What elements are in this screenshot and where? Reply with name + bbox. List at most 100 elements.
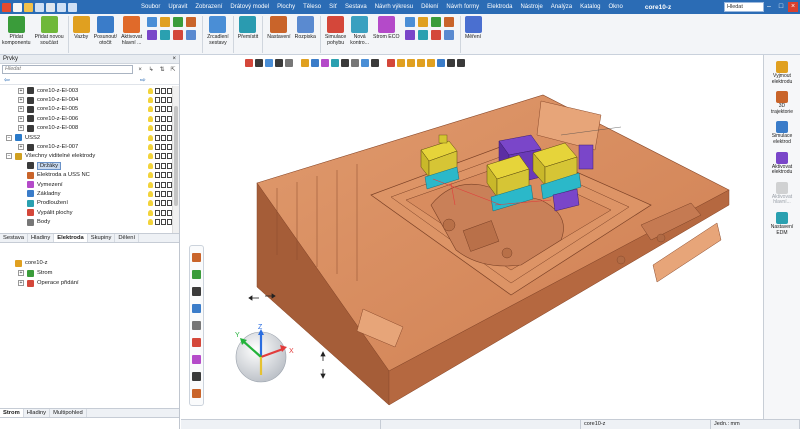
visibility-bulb-icon[interactable]	[148, 162, 153, 169]
settings-button[interactable]: Nastavení	[267, 14, 291, 54]
menu-item[interactable]: Drátový model	[226, 4, 273, 10]
visibility-bulb-icon[interactable]	[148, 200, 153, 207]
redo-icon[interactable]	[68, 2, 77, 12]
help-icon[interactable]: ?	[752, 2, 762, 12]
menu-item[interactable]: Síť	[325, 4, 341, 10]
view-tool-icon[interactable]	[245, 59, 253, 67]
expand-toggle-icon[interactable]: +	[18, 97, 24, 104]
tool-icon[interactable]	[443, 30, 454, 40]
view-tool-icon[interactable]	[427, 59, 435, 67]
visibility-bulb-icon[interactable]	[148, 144, 153, 151]
tool-icon[interactable]	[404, 30, 415, 40]
activate-main-button[interactable]: Aktivovat hlavní ...	[121, 14, 142, 54]
expand-toggle-icon[interactable]: +	[18, 106, 24, 113]
tool-icon[interactable]	[417, 30, 428, 40]
view-tool-icon[interactable]	[447, 59, 455, 67]
menu-item[interactable]: Soubor	[137, 4, 164, 10]
minimize-button[interactable]: –	[764, 2, 774, 12]
tree-row[interactable]: Držáky	[0, 161, 172, 170]
visibility-bulb-icon[interactable]	[148, 115, 153, 122]
tab-dělení[interactable]: Dělení	[115, 234, 140, 242]
side-tool-icon[interactable]	[192, 287, 201, 296]
tool-icon[interactable]	[147, 17, 158, 27]
tree-row[interactable]: Body	[0, 217, 172, 226]
view-tool-icon[interactable]	[341, 59, 349, 67]
side-tool-icon[interactable]	[192, 338, 201, 347]
tree-row[interactable]: + core10-z-El-003	[0, 86, 172, 95]
view-tool-icon[interactable]	[351, 59, 359, 67]
expand-toggle-icon[interactable]: −	[6, 153, 12, 160]
print-icon[interactable]	[46, 2, 55, 12]
tool-icon[interactable]	[430, 17, 441, 27]
tab-hladiny[interactable]: Hladiny	[28, 234, 55, 242]
undo-icon[interactable]	[57, 2, 66, 12]
visibility-bulb-icon[interactable]	[148, 134, 153, 141]
menu-item[interactable]: Elektroda	[483, 4, 516, 10]
view-tool-icon[interactable]	[331, 59, 339, 67]
relocate-button[interactable]: Přemístit	[238, 14, 258, 54]
measure-button[interactable]: Měření	[464, 14, 482, 54]
visibility-bulb-icon[interactable]	[148, 209, 153, 216]
menu-item[interactable]: Analýza	[547, 4, 576, 10]
close-button[interactable]: ×	[788, 2, 798, 12]
side-tool-icon[interactable]	[192, 304, 201, 313]
side-tool-icon[interactable]	[192, 389, 201, 398]
tab-multipohled[interactable]: Multipohled	[50, 409, 87, 417]
visibility-bulb-icon[interactable]	[148, 106, 153, 113]
tab-elektroda[interactable]: Elektroda	[54, 234, 88, 242]
tree-row[interactable]: + Operace přidání	[0, 278, 179, 288]
view-tool-icon[interactable]	[361, 59, 369, 67]
expand-all-icon[interactable]: ⇱	[169, 66, 177, 74]
bom-button[interactable]: Rozpiska	[295, 14, 316, 54]
tree-row[interactable]: Vymezení	[0, 180, 172, 189]
tool-icon[interactable]	[186, 17, 197, 27]
view-tool-icon[interactable]	[311, 59, 319, 67]
tool-icon[interactable]	[430, 30, 441, 40]
side-tool-icon[interactable]	[192, 372, 201, 381]
view-tool-icon[interactable]	[265, 59, 273, 67]
visibility-bulb-icon[interactable]	[148, 219, 153, 226]
mold-block[interactable]	[256, 94, 730, 406]
tree-row[interactable]: core10-z	[0, 258, 179, 268]
activate-electrode-button[interactable]: Aktivovat elektrodu	[764, 151, 800, 176]
expand-toggle-icon[interactable]: +	[18, 87, 24, 94]
menu-item[interactable]: Sestava	[341, 4, 371, 10]
model-canvas[interactable]: Z X Y	[181, 55, 763, 419]
visibility-bulb-icon[interactable]	[148, 125, 153, 132]
sort-icon[interactable]: ⇅	[158, 66, 166, 74]
visibility-bulb-icon[interactable]	[148, 181, 153, 188]
motion-sim-button[interactable]: Simulace pohybu	[325, 14, 346, 54]
tree-scrollbar[interactable]	[172, 86, 179, 238]
maximize-button[interactable]: □	[776, 2, 786, 12]
tool-icon[interactable]	[160, 17, 171, 27]
open-folder-icon[interactable]	[24, 2, 33, 12]
view-tool-icon[interactable]	[285, 59, 293, 67]
view-tool-icon[interactable]	[457, 59, 465, 67]
tree-row[interactable]: − Všechny viditelné elektrody	[0, 152, 172, 161]
tool-icon[interactable]	[186, 30, 197, 40]
view-tool-icon[interactable]	[387, 59, 395, 67]
tool-icon[interactable]	[173, 30, 184, 40]
eco-tree-button[interactable]: Strom ECO	[373, 14, 400, 54]
side-tool-icon[interactable]	[192, 321, 201, 330]
tool-icon[interactable]	[147, 30, 158, 40]
tab-hladiny[interactable]: Hladiny	[24, 409, 51, 417]
side-tool-icon[interactable]	[192, 270, 201, 279]
new-file-icon[interactable]	[13, 2, 22, 12]
expand-toggle-icon[interactable]: −	[6, 134, 12, 141]
view-tool-icon[interactable]	[437, 59, 445, 67]
filter-options-icon[interactable]: ↳	[147, 66, 155, 74]
view-tool-icon[interactable]	[371, 59, 379, 67]
tree-row[interactable]: + Strom	[0, 268, 179, 278]
view-tool-icon[interactable]	[301, 59, 309, 67]
menu-item[interactable]: Nástroje	[516, 4, 546, 10]
view-tool-icon[interactable]	[417, 59, 425, 67]
trajectory-3d-button[interactable]: 3D trajektorie	[764, 91, 800, 115]
menu-item[interactable]: Okno	[605, 4, 627, 10]
menu-item[interactable]: Těleso	[299, 4, 325, 10]
tool-icon[interactable]	[160, 30, 171, 40]
visibility-bulb-icon[interactable]	[148, 172, 153, 179]
tree-row[interactable]: Elektroda a USS NC	[0, 171, 172, 180]
tree-row[interactable]: + core10-z-El-008	[0, 124, 172, 133]
tree-row[interactable]: Základny	[0, 189, 172, 198]
